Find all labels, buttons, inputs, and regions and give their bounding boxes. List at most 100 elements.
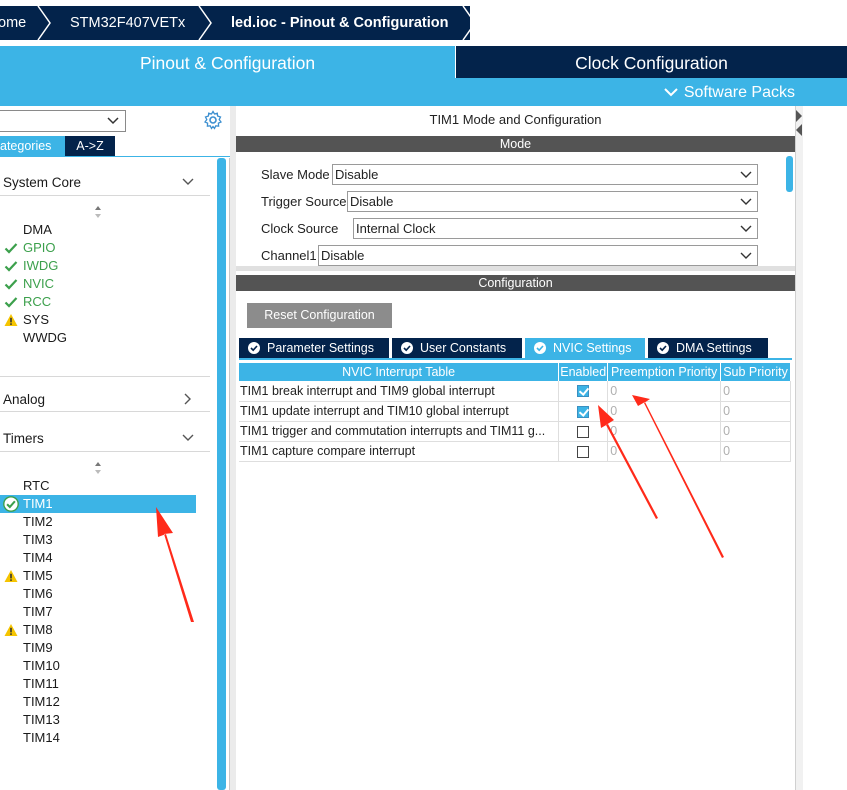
- tab-user-constants[interactable]: User Constants: [392, 338, 522, 358]
- enabled-checkbox[interactable]: [577, 385, 590, 398]
- configuration-header: Configuration: [236, 275, 795, 291]
- chevron-right-icon: [184, 393, 191, 405]
- list-item[interactable]: RCC: [0, 293, 196, 311]
- column-header[interactable]: NVIC Interrupt Table: [239, 363, 560, 381]
- list-item[interactable]: TIM11: [0, 675, 196, 693]
- list-item-label: TIM2: [23, 514, 53, 529]
- list-item-label: WWDG: [23, 330, 68, 345]
- left-scrollbar[interactable]: [217, 158, 226, 790]
- list-item[interactable]: DMA: [0, 221, 196, 239]
- chevron-down-icon: [182, 434, 194, 441]
- preemption-priority-cell[interactable]: 0: [607, 401, 722, 422]
- tab-clock-configuration[interactable]: Clock Configuration: [456, 46, 847, 78]
- list-item[interactable]: TIM7: [0, 603, 196, 621]
- mode-scrollbar[interactable]: [786, 156, 793, 192]
- list-item[interactable]: TIM1: [0, 495, 196, 513]
- list-item[interactable]: TIM8: [0, 621, 196, 639]
- tab-a-z[interactable]: A->Z: [65, 136, 115, 156]
- list-item-label: TIM13: [23, 712, 60, 727]
- list-item-label: TIM1: [23, 496, 53, 511]
- list-item[interactable]: TIM6: [0, 585, 196, 603]
- software-packs-bar: Software Packs: [0, 78, 847, 106]
- list-item[interactable]: TIM10: [0, 657, 196, 675]
- breadcrumb-separator-icon: [37, 6, 51, 40]
- list-item-label: RTC: [23, 478, 50, 493]
- chevron-down-icon: [107, 117, 119, 125]
- tab-label: DMA Settings: [676, 341, 752, 355]
- splitter[interactable]: [236, 266, 795, 271]
- warning-icon: [4, 624, 18, 636]
- list-item[interactable]: TIM9: [0, 639, 196, 657]
- sort-icon[interactable]: [92, 461, 104, 475]
- software-packs-menu[interactable]: Software Packs: [664, 78, 795, 106]
- column-header[interactable]: Preemption Priority: [607, 363, 722, 381]
- list-item[interactable]: TIM13: [0, 711, 196, 729]
- table-row[interactable]: TIM1 break interrupt and TIM9 global int…: [239, 381, 791, 402]
- list-item[interactable]: WWDG: [0, 329, 196, 347]
- divider: [0, 156, 230, 157]
- enabled-checkbox[interactable]: [577, 425, 590, 438]
- breadcrumb-home[interactable]: ome: [0, 6, 26, 40]
- tab-nvic-settings[interactable]: NVIC Settings: [525, 338, 645, 358]
- reset-configuration-button[interactable]: Reset Configuration: [247, 303, 392, 328]
- tab-categories[interactable]: ategories: [0, 136, 65, 156]
- sub-priority-cell[interactable]: 0: [720, 421, 791, 442]
- sub-priority-cell[interactable]: 0: [720, 381, 791, 402]
- tab-parameter-settings[interactable]: Parameter Settings: [239, 338, 389, 358]
- list-item-label: TIM9: [23, 640, 53, 655]
- table-row[interactable]: TIM1 capture compare interrupt 0 0: [239, 441, 791, 462]
- section-label: Timers: [3, 431, 44, 446]
- list-item[interactable]: TIM12: [0, 693, 196, 711]
- list-item-label: TIM11: [23, 676, 59, 691]
- sub-priority-cell[interactable]: 0: [720, 401, 791, 422]
- breadcrumb-separator-icon: [198, 6, 212, 40]
- interrupt-name: TIM1 update interrupt and TIM10 global i…: [239, 401, 560, 422]
- table-row[interactable]: TIM1 update interrupt and TIM10 global i…: [239, 401, 791, 422]
- sub-priority-cell[interactable]: 0: [720, 441, 791, 462]
- preemption-priority-cell[interactable]: 0: [607, 421, 722, 442]
- list-item[interactable]: TIM5: [0, 567, 196, 585]
- list-item[interactable]: GPIO: [0, 239, 196, 257]
- enabled-checkbox[interactable]: [577, 445, 590, 458]
- tab-dma-settings[interactable]: DMA Settings: [648, 338, 768, 358]
- panel-title: TIM1 Mode and Configuration: [429, 112, 602, 127]
- list-item[interactable]: TIM3: [0, 531, 196, 549]
- section-timers[interactable]: Timers: [0, 427, 210, 451]
- search-dropdown[interactable]: [0, 110, 126, 132]
- trigger-source-select[interactable]: Disable: [347, 191, 758, 212]
- column-header[interactable]: Sub Priority: [720, 363, 791, 381]
- check-circle-icon: [657, 342, 669, 354]
- main-tabs: Pinout & Configuration Clock Configurati…: [0, 46, 847, 78]
- list-item[interactable]: IWDG: [0, 257, 196, 275]
- list-item[interactable]: SYS: [0, 311, 196, 329]
- list-item[interactable]: NVIC: [0, 275, 196, 293]
- gear-icon[interactable]: [203, 110, 223, 130]
- left-panel: ategories A->Z System Core DMA GPIO IWDG NV…: [0, 106, 230, 790]
- breadcrumb-current[interactable]: led.ioc - Pinout & Configuration: [231, 6, 448, 40]
- table-row[interactable]: TIM1 trigger and commutation interrupts …: [239, 421, 791, 442]
- breadcrumb-bar: ome STM32F407VETx led.ioc - Pinout & Con…: [0, 0, 847, 45]
- list-item[interactable]: RTC: [0, 477, 196, 495]
- app-window: ome STM32F407VETx led.ioc - Pinout & Con…: [0, 0, 847, 790]
- enabled-checkbox[interactable]: [577, 405, 590, 418]
- list-item-label: TIM4: [23, 550, 53, 565]
- clock-source-select[interactable]: Internal Clock: [353, 218, 758, 239]
- breadcrumb-device[interactable]: STM32F407VETx: [70, 6, 185, 40]
- tab-pinout-configuration[interactable]: Pinout & Configuration: [0, 46, 455, 78]
- list-item[interactable]: TIM14: [0, 729, 196, 747]
- check-icon: [4, 261, 18, 272]
- select-value: Disable: [321, 248, 365, 263]
- list-item[interactable]: TIM4: [0, 549, 196, 567]
- slave-mode-select[interactable]: Disable: [332, 164, 758, 185]
- preemption-priority-cell[interactable]: 0: [607, 441, 722, 462]
- section-system-core[interactable]: System Core: [0, 171, 210, 195]
- section-analog[interactable]: Analog: [0, 388, 210, 412]
- channel1-select[interactable]: Disable: [318, 245, 758, 266]
- column-header[interactable]: Enabled: [558, 363, 609, 381]
- preemption-priority-cell[interactable]: 0: [607, 381, 722, 402]
- list-item-label: RCC: [23, 294, 52, 309]
- sort-icon[interactable]: [92, 205, 104, 219]
- list-item-label: GPIO: [23, 240, 56, 255]
- collapse-panel-icon[interactable]: [795, 108, 803, 138]
- list-item[interactable]: TIM2: [0, 513, 196, 531]
